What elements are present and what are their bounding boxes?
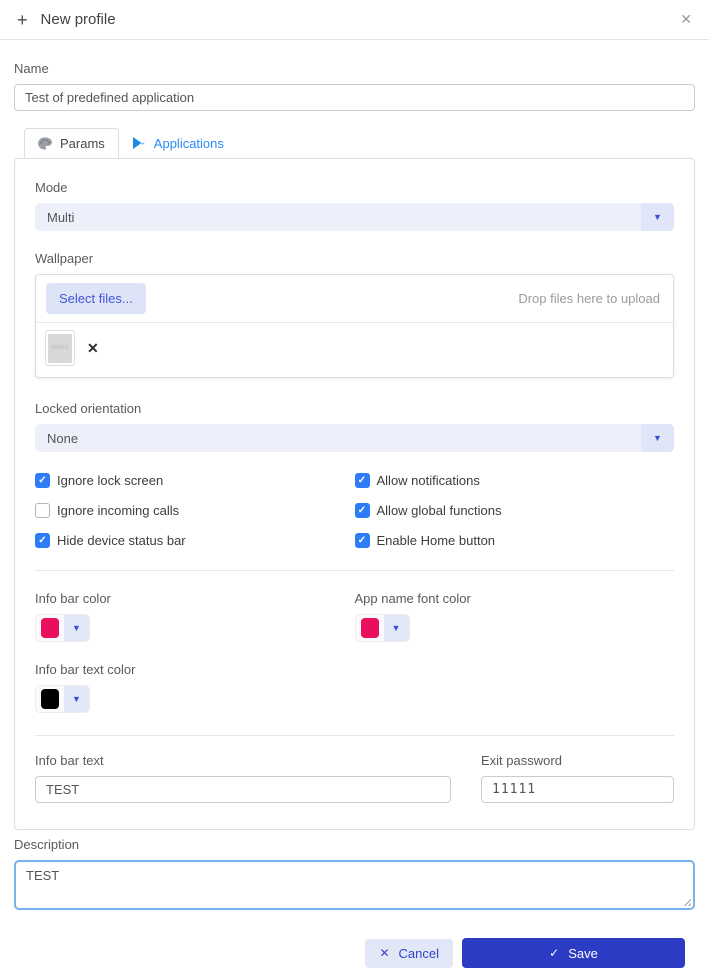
- info-bar-text-label: Info bar text: [35, 753, 451, 768]
- save-button-label: Save: [568, 946, 598, 961]
- checkbox-ignore-lock-screen[interactable]: Ignore lock screen: [35, 473, 355, 488]
- mode-select[interactable]: Multi ▼: [35, 203, 674, 231]
- chevron-down-icon[interactable]: ▼: [384, 615, 409, 641]
- checkbox-hide-device-status-bar[interactable]: Hide device status bar: [35, 533, 355, 548]
- app-name-font-color-label: App name font color: [355, 591, 675, 606]
- color-swatch: [361, 618, 379, 638]
- color-swatch-wrap: [36, 615, 64, 641]
- exit-password-label: Exit password: [481, 753, 674, 768]
- dialog-header: + New profile ✕: [0, 0, 709, 40]
- chevron-down-icon[interactable]: ▼: [64, 615, 89, 641]
- tabstrip: Params Applications: [14, 128, 695, 158]
- text-inputs-row: Info bar text Exit password: [35, 753, 674, 803]
- color-pickers-row: Info bar color ▼ App name font color ▼: [35, 591, 674, 642]
- locked-orientation-select[interactable]: None ▼: [35, 424, 674, 452]
- exit-password-input[interactable]: [481, 776, 674, 803]
- description-textarea[interactable]: TEST: [14, 860, 695, 910]
- params-tab-panel: Mode Multi ▼ Wallpaper Select files... D…: [14, 158, 695, 830]
- locked-orientation-label: Locked orientation: [35, 401, 674, 416]
- info-bar-text-color-picker[interactable]: ▼: [35, 685, 90, 713]
- info-bar-text-block: Info bar text: [35, 753, 451, 803]
- chevron-down-icon[interactable]: ▼: [641, 203, 674, 231]
- checkbox-icon[interactable]: [35, 533, 50, 548]
- checkbox-label: Allow global functions: [377, 503, 502, 518]
- uploaded-file-row: IMAGE ✕: [36, 322, 673, 377]
- checkbox-icon[interactable]: [355, 473, 370, 488]
- plus-icon: +: [17, 11, 28, 29]
- cancel-button[interactable]: ✕ Cancel: [365, 939, 453, 968]
- info-bar-color-picker[interactable]: ▼: [35, 614, 90, 642]
- chevron-down-icon[interactable]: ▼: [64, 686, 89, 712]
- dialog-title: New profile: [41, 11, 116, 28]
- remove-file-icon[interactable]: ✕: [87, 340, 99, 357]
- info-bar-color-block: Info bar color ▼: [35, 591, 355, 642]
- tab-applications[interactable]: Applications: [119, 128, 237, 158]
- checkbox-label: Enable Home button: [377, 533, 496, 548]
- drop-files-hint: Drop files here to upload: [518, 291, 663, 306]
- checkbox-label: Ignore incoming calls: [57, 503, 179, 518]
- color-swatch-wrap: [356, 615, 384, 641]
- section-divider: [35, 735, 674, 736]
- info-bar-color-label: Info bar color: [35, 591, 355, 606]
- tab-applications-label: Applications: [154, 136, 224, 151]
- palette-icon: [38, 137, 52, 150]
- color-swatch-wrap: [36, 686, 64, 712]
- close-icon[interactable]: ✕: [680, 11, 692, 28]
- chevron-down-icon[interactable]: ▼: [641, 424, 674, 452]
- cancel-x-icon: ✕: [379, 946, 389, 960]
- checkbox-label: Ignore lock screen: [57, 473, 163, 488]
- info-bar-text-input[interactable]: [35, 776, 451, 803]
- section-divider: [35, 570, 674, 571]
- save-button[interactable]: ✓ Save: [462, 938, 685, 968]
- checkbox-icon[interactable]: [35, 503, 50, 518]
- save-check-icon: ✓: [549, 946, 559, 960]
- checkbox-label: Allow notifications: [377, 473, 480, 488]
- checkbox-label: Hide device status bar: [57, 533, 186, 548]
- dialog-body: Name Params Appli: [0, 61, 709, 976]
- app-name-font-color-picker[interactable]: ▼: [355, 614, 410, 642]
- mode-select-value: Multi: [35, 210, 641, 225]
- checkbox-icon[interactable]: [35, 473, 50, 488]
- mode-label: Mode: [35, 180, 674, 195]
- checkbox-allow-notifications[interactable]: Allow notifications: [355, 473, 675, 488]
- name-label: Name: [14, 61, 695, 76]
- play-store-icon: [132, 136, 146, 150]
- info-bar-text-color-label: Info bar text color: [35, 662, 674, 677]
- exit-password-block: Exit password: [481, 753, 674, 803]
- name-input[interactable]: [14, 84, 695, 111]
- checkbox-icon[interactable]: [355, 533, 370, 548]
- tab-params-label: Params: [60, 136, 105, 151]
- wallpaper-thumbnail: IMAGE: [45, 330, 75, 366]
- select-files-button[interactable]: Select files...: [46, 283, 146, 314]
- app-name-font-color-block: App name font color ▼: [355, 591, 675, 642]
- cancel-button-label: Cancel: [399, 946, 439, 961]
- dialog-footer: ✕ Cancel ✓ Save: [14, 938, 695, 976]
- tab-params[interactable]: Params: [24, 128, 119, 158]
- upload-dropzone[interactable]: Select files... Drop files here to uploa…: [36, 275, 673, 322]
- locked-orientation-value: None: [35, 431, 641, 446]
- color-swatch: [41, 689, 59, 709]
- wallpaper-upload-widget: Select files... Drop files here to uploa…: [35, 274, 674, 378]
- info-bar-text-color-block: Info bar text color ▼: [35, 662, 674, 713]
- checkbox-icon[interactable]: [355, 503, 370, 518]
- image-placeholder: IMAGE: [48, 334, 72, 363]
- description-label: Description: [14, 837, 695, 852]
- checkbox-enable-home-button[interactable]: Enable Home button: [355, 533, 675, 548]
- color-swatch: [41, 618, 59, 638]
- description-block: Description TEST: [14, 837, 695, 910]
- checkbox-allow-global-functions[interactable]: Allow global functions: [355, 503, 675, 518]
- checkbox-ignore-incoming-calls[interactable]: Ignore incoming calls: [35, 503, 355, 518]
- wallpaper-label: Wallpaper: [35, 251, 674, 266]
- checkbox-grid: Ignore lock screen Allow notifications I…: [35, 473, 674, 548]
- name-field-block: Name: [14, 61, 695, 111]
